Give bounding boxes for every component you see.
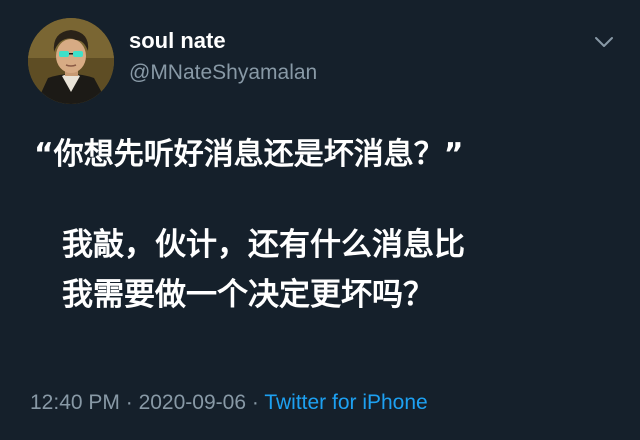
tweet-card: soul nate @MNateShyamalan “你想先听好消息还是坏消息？… bbox=[0, 0, 640, 440]
tweet-text-line: “你想先听好消息还是坏消息？” bbox=[34, 137, 464, 172]
tweet-menu-button[interactable] bbox=[592, 32, 616, 52]
tweet-source-link[interactable]: Twitter for iPhone bbox=[264, 391, 427, 414]
tweet-meta: 12:40 PM · 2020-09-06 · Twitter for iPho… bbox=[30, 389, 428, 417]
tweet-text-line: 我需要做一个决定更坏吗？ bbox=[62, 277, 434, 313]
user-handle[interactable]: @MNateShyamalan bbox=[129, 60, 317, 86]
avatar[interactable] bbox=[28, 18, 114, 104]
meta-separator: · bbox=[125, 391, 133, 414]
display-name[interactable]: soul nate bbox=[129, 28, 226, 54]
tweet-time[interactable]: 12:40 PM bbox=[30, 391, 120, 414]
avatar-portrait-icon bbox=[28, 18, 114, 104]
tweet-text-line: 我敲，伙计，还有什么消息比 bbox=[62, 227, 465, 263]
meta-separator: · bbox=[251, 391, 259, 414]
tweet-date[interactable]: 2020-09-06 bbox=[139, 391, 246, 414]
chevron-down-icon bbox=[595, 37, 613, 47]
